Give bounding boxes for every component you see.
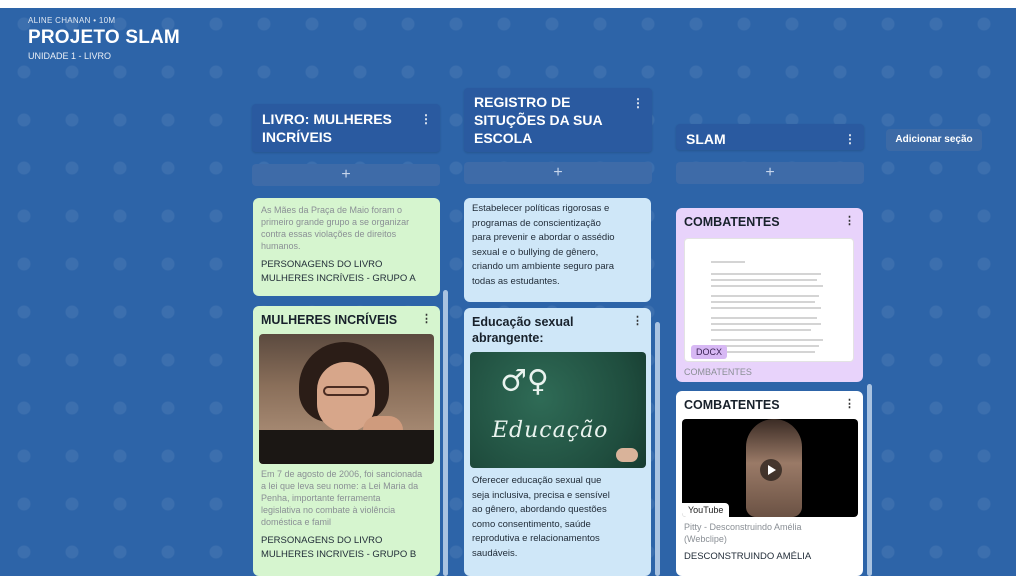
post-title: COMBATENTES [684,398,780,412]
play-icon[interactable] [760,459,782,481]
post-text-line: humanos. [261,241,301,251]
post-text-line: saudáveis. [472,547,518,559]
post-title: MULHERES INCRÍVEIS [261,313,398,327]
post-text-line: Estabelecer políticas rigorosas e [472,203,610,214]
post-text-line: criando um ambiente seguro para [472,261,615,272]
page-subtitle: UNIDADE 1 - LIVRO [28,51,112,61]
post-text-line: para prevenir e abordar o assédio [472,232,615,243]
post-title: COMBATENTES [684,215,780,229]
more-options-icon[interactable]: ⋮ [844,130,856,148]
attachment-caption: COMBATENTES [684,367,752,377]
post-text-line: ao gênero, abordando questões [472,504,607,515]
section-slam: SLAM ⋮ + [676,124,864,184]
section-livro-mulheres: LIVRO: MULHERES INCRÍVEIS ⋮ + [252,104,440,186]
post-text-line: primeiro grande grupo a se organizar [261,217,410,227]
post-text-line: doméstica e famil [261,517,332,527]
video-meta-line: (Webclipe) [684,534,727,544]
post-text-line: todas as estudantes. [472,275,560,287]
column-scrollbar[interactable] [867,384,872,576]
section-title-line: ESCOLA [474,130,533,146]
file-type-badge: DOCX [691,345,728,359]
chalkboard-word: Educação [492,418,609,443]
top-strip [0,0,1016,8]
post-text-line: sexual e o bullying de gênero, [472,246,599,258]
section-title-line: SITUÇÕES DA SUA [474,112,603,128]
attachment-caption: DESCONSTRUINDO AMÉLIA [684,551,812,562]
page-title: PROJETO SLAM [28,27,180,48]
post-text-line: a lei que leva seu nome: a Lei Maria da [261,481,419,491]
section-header[interactable]: SLAM ⋮ [676,124,864,150]
column-scrollbar[interactable] [443,290,448,576]
more-options-icon[interactable]: ⋮ [632,314,643,327]
post-card[interactable]: COMBATENTES ⋮ DOCX COMBATENTES [676,208,863,382]
padlet-header: ALINE CHANAN • 10M PROJETO SLAM UNIDADE … [28,16,180,61]
post-image[interactable]: ♂♀ Educação [470,352,646,468]
post-text-line: contra essas violações de direitos [261,229,397,239]
post-link-title: PERSONAGENS DO LIVRO [261,535,383,546]
column-scrollbar[interactable] [655,322,660,576]
gender-symbols: ♂♀ [500,364,549,399]
document-preview[interactable]: DOCX [684,238,854,362]
post-text-line: legislativa no combate à violência [261,505,396,515]
post-title-line: Educação sexual [472,315,574,329]
post-text-line: Em 7 de agosto de 2006, foi sancionada [261,469,423,479]
post-text-line: programas de conscientização [472,217,601,229]
post-link-title: MULHERES INCRIVEIS - GRUPO B [261,549,417,560]
post-image[interactable] [259,334,434,464]
post-link-title: MULHERES INCRÍVEIS - GRUPO A [261,273,416,284]
post-title-line: abrangente: [472,331,544,345]
video-thumbnail[interactable]: YouTube [682,419,858,517]
post-text-line: reprodutiva e relacionamentos [472,533,600,544]
add-section-button[interactable]: Adicionar seção [886,129,982,151]
post-text-line: Penha, importante ferramenta [261,493,381,503]
section-title-line: INCRÍVEIS [262,129,333,145]
youtube-badge: YouTube [682,503,730,517]
section-header[interactable]: LIVRO: MULHERES INCRÍVEIS ⋮ [252,104,440,152]
section-title-line: LIVRO: MULHERES [262,111,392,127]
post-card[interactable]: As Mães da Praça de Maio foram o primeir… [253,198,440,296]
add-post-button[interactable]: + [464,162,652,184]
more-options-icon[interactable]: ⋮ [421,312,432,325]
add-post-button[interactable]: + [252,164,440,186]
post-text-line: seja inclusiva, precisa e sensível [472,489,610,501]
post-text-line: como consentimento, saúde [472,518,591,530]
video-meta-line: Pitty - Desconstruindo Amélia [684,522,802,532]
more-options-icon[interactable]: ⋮ [632,94,644,112]
post-card[interactable]: Educação sexual abrangente: ⋮ ♂♀ Educaçã… [464,308,651,576]
section-header[interactable]: REGISTRO DE SITUÇÕES DA SUA ESCOLA ⋮ [464,88,652,152]
post-card[interactable]: COMBATENTES ⋮ YouTube Pitty - Desconstru… [676,391,863,576]
author-line: ALINE CHANAN • 10M [28,16,116,25]
more-options-icon[interactable]: ⋮ [844,397,855,410]
section-title-line: REGISTRO DE [474,94,571,110]
section-title-line: SLAM [686,131,726,147]
add-post-button[interactable]: + [676,162,864,184]
post-card[interactable]: Estabelecer políticas rigorosas e progra… [464,198,651,302]
post-link-title: PERSONAGENS DO LIVRO [261,259,383,270]
post-text-line: As Mães da Praça de Maio foram o [261,205,403,215]
more-options-icon[interactable]: ⋮ [844,214,855,227]
post-card[interactable]: MULHERES INCRÍVEIS ⋮ Em 7 de agosto de 2… [253,306,440,576]
post-text-line: Oferecer educação sexual que [472,475,602,486]
more-options-icon[interactable]: ⋮ [420,110,432,128]
section-registro-situacoes: REGISTRO DE SITUÇÕES DA SUA ESCOLA ⋮ + [464,88,652,184]
